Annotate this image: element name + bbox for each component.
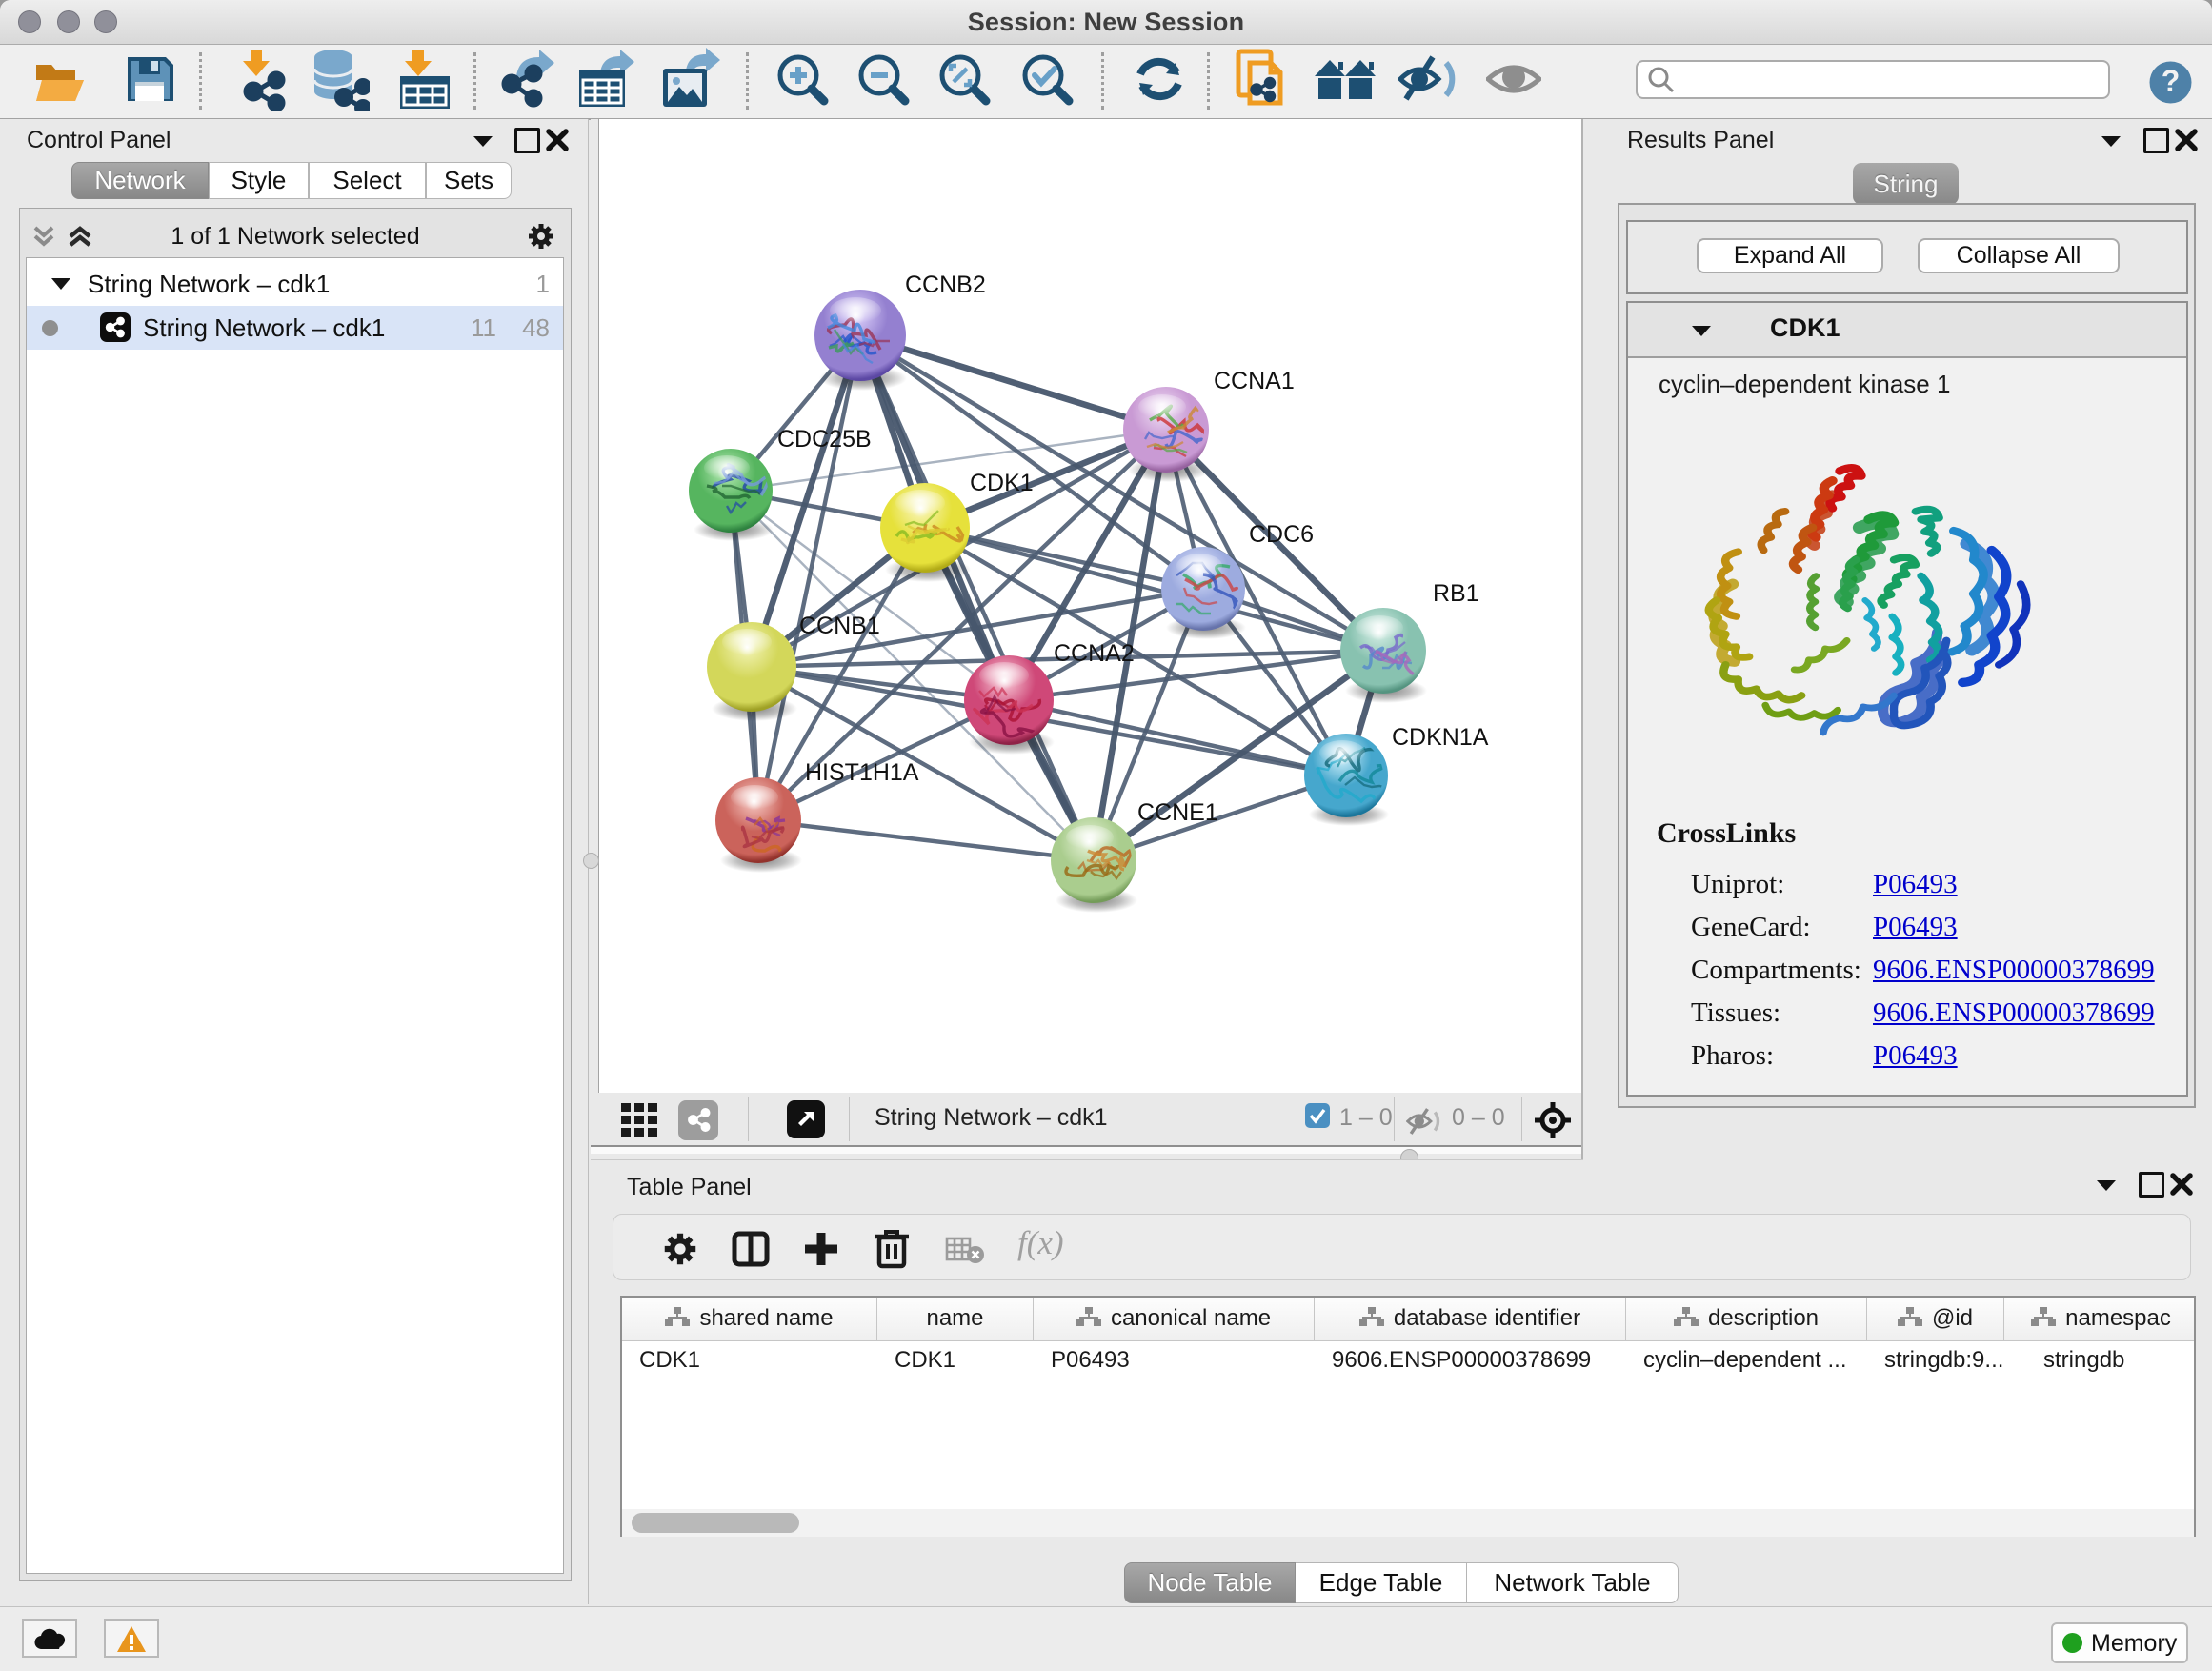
svg-text:CCNB2: CCNB2 (905, 272, 986, 298)
svg-text:CCNA1: CCNA1 (1214, 368, 1295, 394)
svg-text:CDKN1A: CDKN1A (1392, 724, 1489, 751)
svg-text:CCNB1: CCNB1 (799, 613, 880, 639)
svg-text:CDC25B: CDC25B (777, 426, 872, 453)
svg-text:RB1: RB1 (1433, 580, 1479, 607)
svg-text:CDK1: CDK1 (970, 470, 1034, 496)
svg-text:CCNE1: CCNE1 (1137, 799, 1218, 826)
svg-text:CDC6: CDC6 (1249, 521, 1314, 548)
svg-text:HIST1H1A: HIST1H1A (805, 759, 919, 786)
svg-text:CCNA2: CCNA2 (1054, 640, 1135, 667)
svg-text:?: ? (2162, 64, 2181, 98)
